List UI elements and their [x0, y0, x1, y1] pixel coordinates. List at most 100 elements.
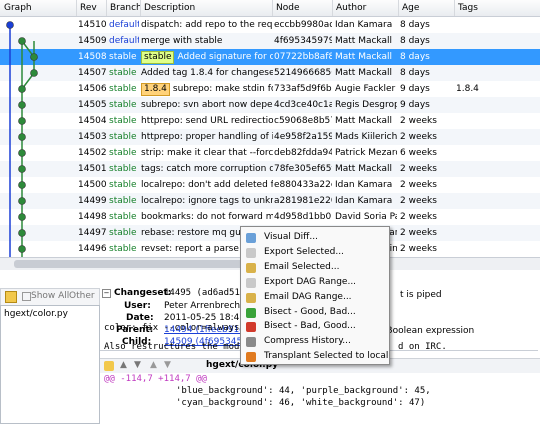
description-text: httprepo: proper handling of invalid r	[141, 132, 273, 142]
tags-cell: 1.8.4	[456, 84, 479, 94]
context-menu-item[interactable]: Visual Diff...	[241, 230, 389, 245]
file-list-item[interactable]: hgext/color.py	[4, 309, 68, 319]
tags-cell	[456, 225, 540, 241]
description-text: dispatch: add repo to the request ...	[141, 20, 273, 30]
export-dag-icon	[246, 277, 256, 288]
file-filter-toolbar: Show All Other	[0, 288, 100, 306]
column-graph[interactable]: Graph	[0, 0, 77, 16]
other-label[interactable]: Other	[69, 291, 95, 301]
column-node[interactable]: Node	[272, 0, 333, 16]
table-row[interactable]: 14509 default merge with stable 4f695345979…	[0, 33, 540, 49]
collapse-toggle[interactable]: −	[102, 289, 111, 298]
context-menu-item[interactable]: Email DAG Range...	[241, 290, 389, 305]
description-cell: tags: catch more corruption during ca	[141, 161, 273, 177]
rev-cell: 14505	[78, 100, 106, 110]
description-cell: Added tag 1.8.4 for changeset 733af5	[141, 65, 273, 81]
table-row[interactable]: 14507stable Added tag 1.8.4 for changeset…	[0, 65, 540, 81]
context-menu-item[interactable]: Compress History...	[241, 334, 389, 349]
show-all-label[interactable]: Show All	[31, 291, 69, 301]
author-cell: Matt Mackall	[335, 36, 392, 46]
rev-cell: 14500	[78, 180, 106, 190]
description-text: localrepo: don't add deleted files to l	[141, 180, 273, 190]
description-text: httprepo: send URL redirection notice	[141, 116, 273, 126]
arrow-up-alt-icon[interactable]: ▲	[150, 360, 157, 370]
date-label: Date:	[126, 313, 154, 323]
filter-icon[interactable]	[5, 291, 17, 303]
show-all-checkbox[interactable]	[22, 292, 31, 301]
rev-cell: 14504	[78, 116, 106, 126]
rev-cell: 14496	[78, 244, 106, 254]
table-row[interactable]: 14498stable bookmarks: do not forward mer…	[0, 209, 540, 225]
graph-node	[30, 53, 38, 61]
node-cell: e880433a22e0	[274, 180, 332, 190]
context-menu-item[interactable]: Bisect - Good, Bad...	[241, 305, 389, 320]
age-cell: 8 days	[400, 68, 430, 78]
table-row[interactable]: 14505stable subrepo: svn abort now depend…	[0, 97, 540, 113]
branch-cell: stable	[109, 100, 137, 110]
arrow-up-icon[interactable]: ▲	[120, 360, 127, 370]
table-row[interactable]: 14506stable1.8.4subrepo: make stdin for …	[0, 81, 540, 97]
context-menu-label: Export Selected...	[264, 246, 344, 257]
author-cell: Idan Kamara	[335, 196, 393, 206]
email-dag-icon	[246, 292, 256, 303]
column-author[interactable]: Author	[332, 0, 399, 16]
description-cell: merge with stable	[141, 33, 273, 49]
transplant-icon	[246, 352, 256, 363]
table-row[interactable]: 14510 default dispatch: add repo to the re…	[0, 17, 540, 33]
context-menu-item[interactable]: Export Selected...	[241, 245, 389, 260]
annotate-icon[interactable]	[104, 361, 114, 371]
table-row[interactable]: 14500 stable localrepo: don't add deleted …	[0, 177, 540, 193]
context-menu-item[interactable]: Export DAG Range...	[241, 275, 389, 290]
tags-cell	[456, 209, 540, 225]
table-row[interactable]: 14501 stable tags: catch more corruption d…	[0, 161, 540, 177]
context-menu-item[interactable]: Transplant Selected to local	[241, 349, 389, 364]
branch-cell: default	[109, 36, 139, 46]
description-text: strip: make it clear that --force discar…	[141, 148, 273, 158]
branch-cell: stable	[109, 244, 137, 254]
graph-node	[18, 165, 26, 173]
context-menu-item[interactable]: Bisect - Bad, Good...	[241, 319, 389, 334]
rev-cell: 14508	[78, 52, 106, 62]
context-menu-label: Transplant Selected to local	[264, 351, 389, 362]
compress-icon	[246, 337, 256, 348]
column-rev[interactable]: Rev	[76, 0, 107, 16]
column-tags[interactable]: Tags	[454, 0, 540, 16]
table-row[interactable]: 14504 stable httprepo: send URL redirectio…	[0, 113, 540, 129]
table-row[interactable]: 14502 stable strip: make it clear that --f…	[0, 145, 540, 161]
column-description[interactable]: Description	[140, 0, 273, 16]
context-menu-item[interactable]: Email Selected...	[241, 260, 389, 275]
table-row[interactable]: 14499 stable localrepo: ignore tags to unk…	[0, 193, 540, 209]
branch-cell: stable	[109, 132, 137, 142]
graph-node	[18, 101, 26, 109]
commit-message-line-1: color: fix --color=always	[104, 323, 240, 333]
branch-cell: stable	[109, 116, 137, 126]
revision-graph	[6, 21, 38, 257]
column-age[interactable]: Age	[398, 0, 455, 16]
description-cell: bookmarks: do not forward merged bo	[141, 209, 273, 225]
table-row[interactable]: 14503 stable httprepo: proper handling of …	[0, 129, 540, 145]
graph-node	[18, 133, 26, 141]
age-cell: 2 weeks	[400, 180, 437, 190]
description-cell: localrepo: don't add deleted files to l	[141, 177, 273, 193]
branch-cell: default	[109, 20, 139, 30]
tags-cell	[456, 161, 540, 177]
node-cell: 4d958d1bb072	[274, 212, 332, 222]
branch-cell: stable	[109, 228, 137, 238]
tags-cell	[456, 241, 540, 257]
arrow-down-icon[interactable]: ▼	[134, 360, 141, 370]
graph-node	[18, 181, 26, 189]
context-menu-label: Compress History...	[264, 336, 351, 347]
author-cell: Matt Mackall	[335, 68, 392, 78]
tags-cell	[456, 97, 540, 113]
age-cell: 2 weeks	[400, 132, 437, 142]
author-cell: Augie Fackler	[335, 84, 396, 94]
table-row[interactable]: 14508stablestableAdded signature for cha…	[0, 49, 540, 65]
node-cell: 4e958f2a1593f	[274, 132, 332, 142]
description-cell: httprepo: proper handling of invalid r	[141, 129, 273, 145]
context-menu-label: Visual Diff...	[264, 232, 318, 242]
arrow-down-alt-icon[interactable]: ▼	[164, 360, 171, 370]
description-cell: 1.8.4subrepo: make stdin for svn a	[141, 81, 273, 97]
column-branch[interactable]: Branch	[106, 0, 141, 16]
graph-node	[18, 245, 26, 253]
user-label: User:	[124, 301, 151, 311]
